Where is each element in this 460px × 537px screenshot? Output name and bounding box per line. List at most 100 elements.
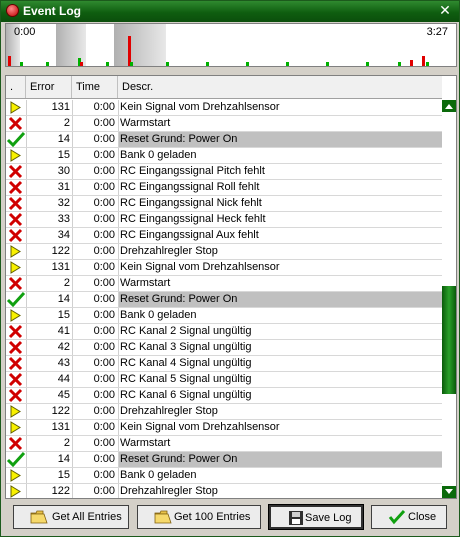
table-row[interactable]: 2 0:00 Warmstart [6, 116, 442, 132]
error-code-cell: 131 [26, 100, 72, 115]
time-cell: 0:00 [72, 356, 118, 371]
time-cell: 0:00 [72, 452, 118, 467]
warning-arrow-icon [6, 404, 26, 419]
close-button[interactable]: Close [371, 505, 447, 529]
table-row[interactable]: 31 0:00 RC Eingangssignal Roll fehlt [6, 180, 442, 196]
warning-arrow-icon [6, 260, 26, 275]
table-row[interactable]: 122 0:00 Drehzahlregler Stop [6, 484, 442, 498]
error-x-icon [6, 212, 26, 227]
get-all-entries-button[interactable]: Get All Entries [13, 505, 129, 529]
time-cell: 0:00 [72, 340, 118, 355]
error-x-icon [6, 356, 26, 371]
timeline-event-marker [410, 60, 413, 66]
table-row[interactable]: 43 0:00 RC Kanal 4 Signal ungültig [6, 356, 442, 372]
error-code-cell: 15 [26, 148, 72, 163]
table-row[interactable]: 33 0:00 RC Eingangssignal Heck fehlt [6, 212, 442, 228]
table-row[interactable]: 14 0:00 Reset Grund: Power On [6, 131, 442, 148]
table-row[interactable]: 2 0:00 Warmstart [6, 276, 442, 292]
description-cell: RC Eingangssignal Pitch fehlt [118, 164, 442, 179]
timeline-event-marker [166, 62, 169, 66]
timeline-event-marker [130, 62, 133, 66]
error-code-cell: 122 [26, 404, 72, 419]
error-x-icon [6, 372, 26, 387]
scroll-thumb[interactable] [442, 286, 456, 394]
warning-arrow-icon [6, 484, 26, 498]
description-cell: Warmstart [118, 436, 442, 451]
error-x-icon [6, 276, 26, 291]
error-x-icon [6, 436, 26, 451]
checkmark-icon [6, 131, 26, 148]
floppy-disk-icon [289, 511, 303, 525]
table-row[interactable]: 15 0:00 Bank 0 geladen [6, 308, 442, 324]
error-code-cell: 2 [26, 276, 72, 291]
column-header-icon[interactable]: . [6, 76, 26, 98]
table-row[interactable]: 15 0:00 Bank 0 geladen [6, 468, 442, 484]
time-cell: 0:00 [72, 260, 118, 275]
table-row[interactable]: 122 0:00 Drehzahlregler Stop [6, 404, 442, 420]
vertical-scrollbar[interactable] [442, 100, 456, 498]
table-row[interactable]: 30 0:00 RC Eingangssignal Pitch fehlt [6, 164, 442, 180]
time-cell: 0:00 [72, 468, 118, 483]
error-code-cell: 45 [26, 388, 72, 403]
save-log-label: Save Log [305, 512, 352, 524]
timeline-end-label: 3:27 [426, 26, 448, 38]
table-row[interactable]: 42 0:00 RC Kanal 3 Signal ungültig [6, 340, 442, 356]
error-code-cell: 34 [26, 228, 72, 243]
column-header-time[interactable]: Time [72, 76, 118, 98]
timeline-event-marker [426, 62, 429, 66]
event-timeline[interactable]: 0:00 3:27 [5, 23, 457, 67]
description-cell: Bank 0 geladen [118, 468, 442, 483]
column-header-descr[interactable]: Descr. [118, 76, 442, 98]
time-cell: 0:00 [72, 404, 118, 419]
timeline-event-marker [106, 62, 109, 66]
table-row[interactable]: 45 0:00 RC Kanal 6 Signal ungültig [6, 388, 442, 404]
save-log-button[interactable]: Save Log [268, 504, 364, 530]
scroll-down-icon[interactable] [442, 486, 456, 498]
get-100-entries-button[interactable]: Get 100 Entries [137, 505, 261, 529]
time-cell: 0:00 [72, 388, 118, 403]
description-cell: Kein Signal vom Drehzahlsensor [118, 260, 442, 275]
error-code-cell: 43 [26, 356, 72, 371]
window-title: Event Log [23, 4, 82, 18]
description-cell: RC Eingangssignal Nick fehlt [118, 196, 442, 211]
table-row[interactable]: 34 0:00 RC Eingangssignal Aux fehlt [6, 228, 442, 244]
time-cell: 0:00 [72, 212, 118, 227]
error-x-icon [6, 324, 26, 339]
close-icon[interactable]: ✕ [437, 3, 453, 19]
table-row[interactable]: 131 0:00 Kein Signal vom Drehzahlsensor [6, 100, 442, 116]
description-cell: RC Eingangssignal Roll fehlt [118, 180, 442, 195]
column-header-error[interactable]: Error [26, 76, 72, 98]
time-cell: 0:00 [72, 244, 118, 259]
timeline-event-marker [20, 62, 23, 66]
warning-arrow-icon [6, 244, 26, 259]
table-row[interactable]: 131 0:00 Kein Signal vom Drehzahlsensor [6, 420, 442, 436]
description-cell: Drehzahlregler Stop [118, 244, 442, 259]
table-row[interactable]: 44 0:00 RC Kanal 5 Signal ungültig [6, 372, 442, 388]
table-row[interactable]: 32 0:00 RC Eingangssignal Nick fehlt [6, 196, 442, 212]
title-bar[interactable]: Event Log ✕ [1, 1, 459, 22]
description-cell: Reset Grund: Power On [118, 452, 442, 467]
error-code-cell: 131 [26, 260, 72, 275]
error-x-icon [6, 196, 26, 211]
warning-arrow-icon [6, 100, 26, 115]
table-row[interactable]: 41 0:00 RC Kanal 2 Signal ungültig [6, 324, 442, 340]
time-cell: 0:00 [72, 132, 118, 147]
description-cell: RC Kanal 4 Signal ungültig [118, 356, 442, 371]
table-row[interactable]: 14 0:00 Reset Grund: Power On [6, 291, 442, 308]
timeline-event-marker [366, 62, 369, 66]
error-code-cell: 15 [26, 308, 72, 323]
table-row[interactable]: 14 0:00 Reset Grund: Power On [6, 451, 442, 468]
warning-arrow-icon [6, 308, 26, 323]
error-code-cell: 42 [26, 340, 72, 355]
table-row[interactable]: 122 0:00 Drehzahlregler Stop [6, 244, 442, 260]
time-cell: 0:00 [72, 164, 118, 179]
warning-arrow-icon [6, 420, 26, 435]
scroll-up-icon[interactable] [442, 100, 456, 112]
table-row[interactable]: 131 0:00 Kein Signal vom Drehzahlsensor [6, 260, 442, 276]
folder-open-icon [154, 510, 172, 524]
error-code-cell: 31 [26, 180, 72, 195]
table-row[interactable]: 15 0:00 Bank 0 geladen [6, 148, 442, 164]
table-row[interactable]: 2 0:00 Warmstart [6, 436, 442, 452]
error-code-cell: 14 [26, 132, 72, 147]
description-cell: Drehzahlregler Stop [118, 484, 442, 498]
